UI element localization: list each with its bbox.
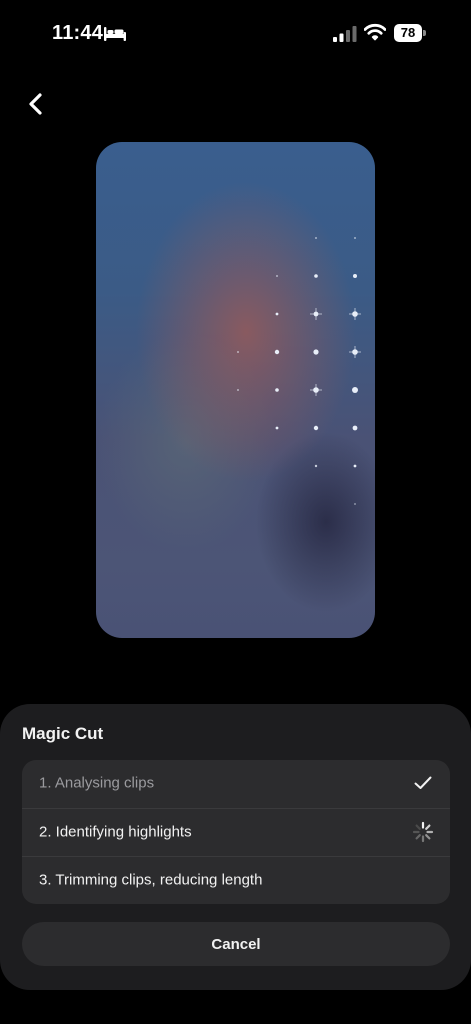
sparkle-dots-overlay xyxy=(237,237,361,505)
wifi-icon xyxy=(364,23,386,41)
spinner-icon xyxy=(412,821,434,843)
battery-icon: 78 xyxy=(394,24,426,42)
cellular-signal-icon xyxy=(333,26,357,42)
cancel-button[interactable]: Cancel xyxy=(22,922,450,966)
step-analysing-clips: 1. Analysing clips xyxy=(22,760,450,806)
battery-level: 78 xyxy=(394,24,422,42)
back-button[interactable] xyxy=(18,86,54,122)
chevron-left-icon xyxy=(29,93,42,115)
step-label: 3. Trimming clips, reducing length xyxy=(39,871,263,889)
battery-cap xyxy=(423,30,426,36)
sheet-title: Magic Cut xyxy=(22,724,104,743)
magic-cut-sheet: Magic Cut 1. Analysing clips 2. Identify… xyxy=(0,704,471,990)
step-trimming-clips: 3. Trimming clips, reducing length xyxy=(22,857,450,903)
step-label: 2. Identifying highlights xyxy=(39,823,192,841)
checkmark-icon xyxy=(414,776,432,789)
step-identifying-highlights: 2. Identifying highlights xyxy=(22,809,450,855)
bed-icon xyxy=(104,27,126,41)
screen: 11:44 78 Magic Cut 1. Analysing clips 2.… xyxy=(0,0,471,1024)
step-label: 1. Analysing clips xyxy=(39,774,155,792)
progress-steps-list: 1. Analysing clips 2. Identifying highli… xyxy=(22,760,450,904)
video-preview xyxy=(96,142,375,638)
status-bar: 11:44 78 xyxy=(0,0,471,70)
status-time: 11:44 xyxy=(52,22,104,44)
